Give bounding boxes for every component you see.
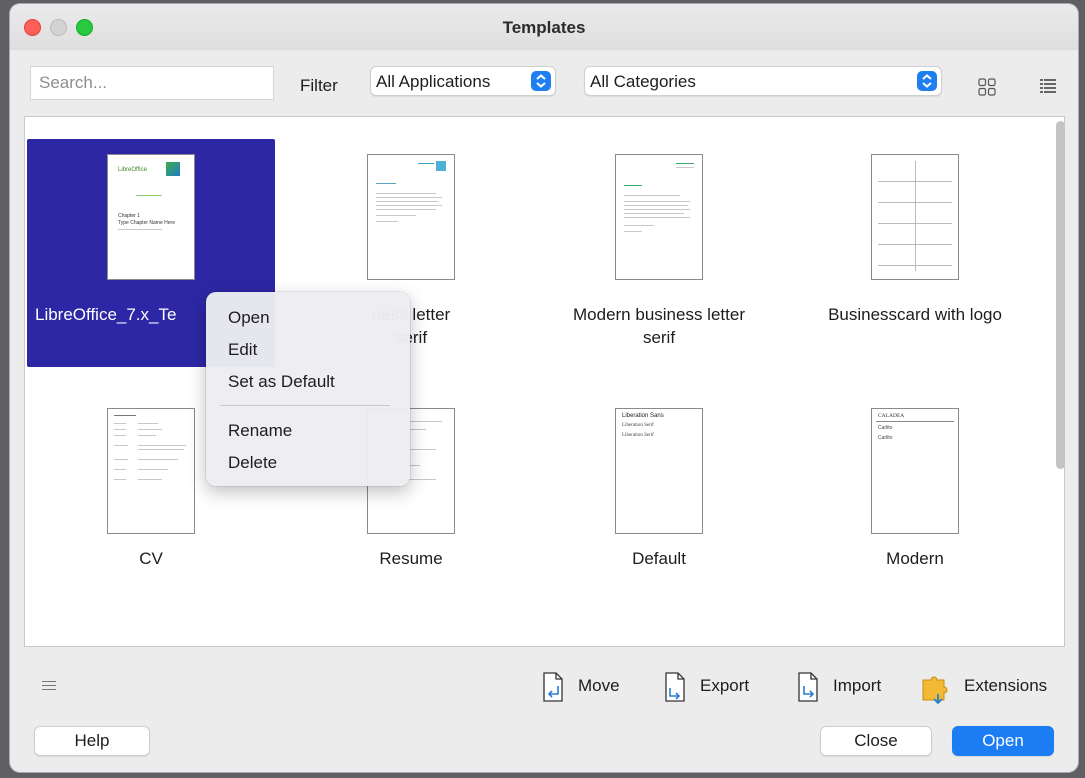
export-label: Export: [700, 676, 750, 695]
template-thumbnail: LibreOffice Chapter 1 Type Chapter Name …: [107, 154, 195, 280]
template-item[interactable]: Modern business letter serif: [535, 139, 783, 367]
menu-item-open[interactable]: Open: [228, 308, 270, 328]
thumb-title: CALADEA: [878, 413, 905, 419]
template-gallery[interactable]: LibreOffice Chapter 1 Type Chapter Name …: [24, 116, 1065, 647]
hamburger-menu-icon[interactable]: [42, 678, 56, 693]
libreoffice-logo-icon: [166, 162, 180, 176]
template-thumbnail: Liberation Sans Liberation Serif Liberat…: [615, 408, 703, 534]
template-item[interactable]: CALADEA Carlito Carlito Modern: [791, 393, 1039, 621]
select-stepper-icon: [917, 71, 937, 91]
menu-item-edit[interactable]: Edit: [228, 340, 257, 360]
template-thumbnail: [615, 154, 703, 280]
application-filter-value: All Applications: [376, 72, 491, 91]
close-button[interactable]: Close: [820, 726, 932, 756]
filter-label: Filter: [300, 76, 338, 95]
select-stepper-icon: [531, 71, 551, 91]
title-bar: Templates: [10, 4, 1078, 50]
template-item[interactable]: Liberation Sans Liberation Serif Liberat…: [535, 393, 783, 621]
templates-dialog: Templates Filter All Applications All Ca…: [10, 4, 1078, 772]
thumb-line: Liberation Serif: [622, 433, 654, 438]
gallery-scrollbar[interactable]: [1056, 121, 1065, 469]
list-view-icon[interactable]: [1039, 78, 1057, 101]
category-filter-select[interactable]: All Categories: [584, 66, 942, 96]
menu-item-delete[interactable]: Delete: [228, 453, 277, 473]
template-name: Default: [632, 549, 686, 568]
grid-view-icon[interactable]: [978, 78, 996, 101]
extensions-label: Extensions: [964, 676, 1048, 695]
template-thumbnail: [367, 154, 455, 280]
context-menu: Open Edit Set as Default Rename Delete: [206, 292, 410, 486]
move-icon: [543, 672, 563, 702]
thumb-line: Liberation Serif: [622, 423, 654, 428]
thumb-title: Liberation Sans: [622, 413, 664, 419]
import-icon: [798, 672, 818, 702]
export-icon: [665, 672, 685, 702]
thumb-line: Carlito: [878, 435, 893, 441]
menu-item-set-default[interactable]: Set as Default: [228, 372, 335, 392]
thumb-heading: Chapter 1: [118, 213, 140, 219]
template-name: Resume: [379, 549, 443, 568]
import-label: Import: [833, 676, 882, 695]
menu-separator: [220, 405, 390, 406]
template-name: Businesscard with logo: [828, 305, 1002, 324]
move-label: Move: [578, 676, 620, 695]
thumb-line: Carlito: [878, 425, 893, 431]
template-thumbnail: [871, 154, 959, 280]
thumb-brand: LibreOffice: [118, 167, 147, 173]
template-name: CV: [139, 549, 163, 568]
menu-item-rename[interactable]: Rename: [228, 421, 292, 441]
template-item[interactable]: Businesscard with logo: [791, 139, 1039, 367]
open-button[interactable]: Open: [952, 726, 1054, 756]
template-name: Modern business letter serif: [573, 305, 745, 347]
window-title: Templates: [502, 18, 586, 37]
application-filter-select[interactable]: All Applications: [370, 66, 556, 96]
search-input[interactable]: [30, 66, 274, 100]
thumb-subheading: Type Chapter Name Here: [118, 220, 175, 226]
help-button[interactable]: Help: [34, 726, 150, 756]
category-filter-value: All Categories: [590, 72, 696, 91]
template-name: Modern: [886, 549, 944, 568]
template-thumbnail: [107, 408, 195, 534]
template-thumbnail: CALADEA Carlito Carlito: [871, 408, 959, 534]
extensions-puzzle-icon: [922, 676, 948, 704]
